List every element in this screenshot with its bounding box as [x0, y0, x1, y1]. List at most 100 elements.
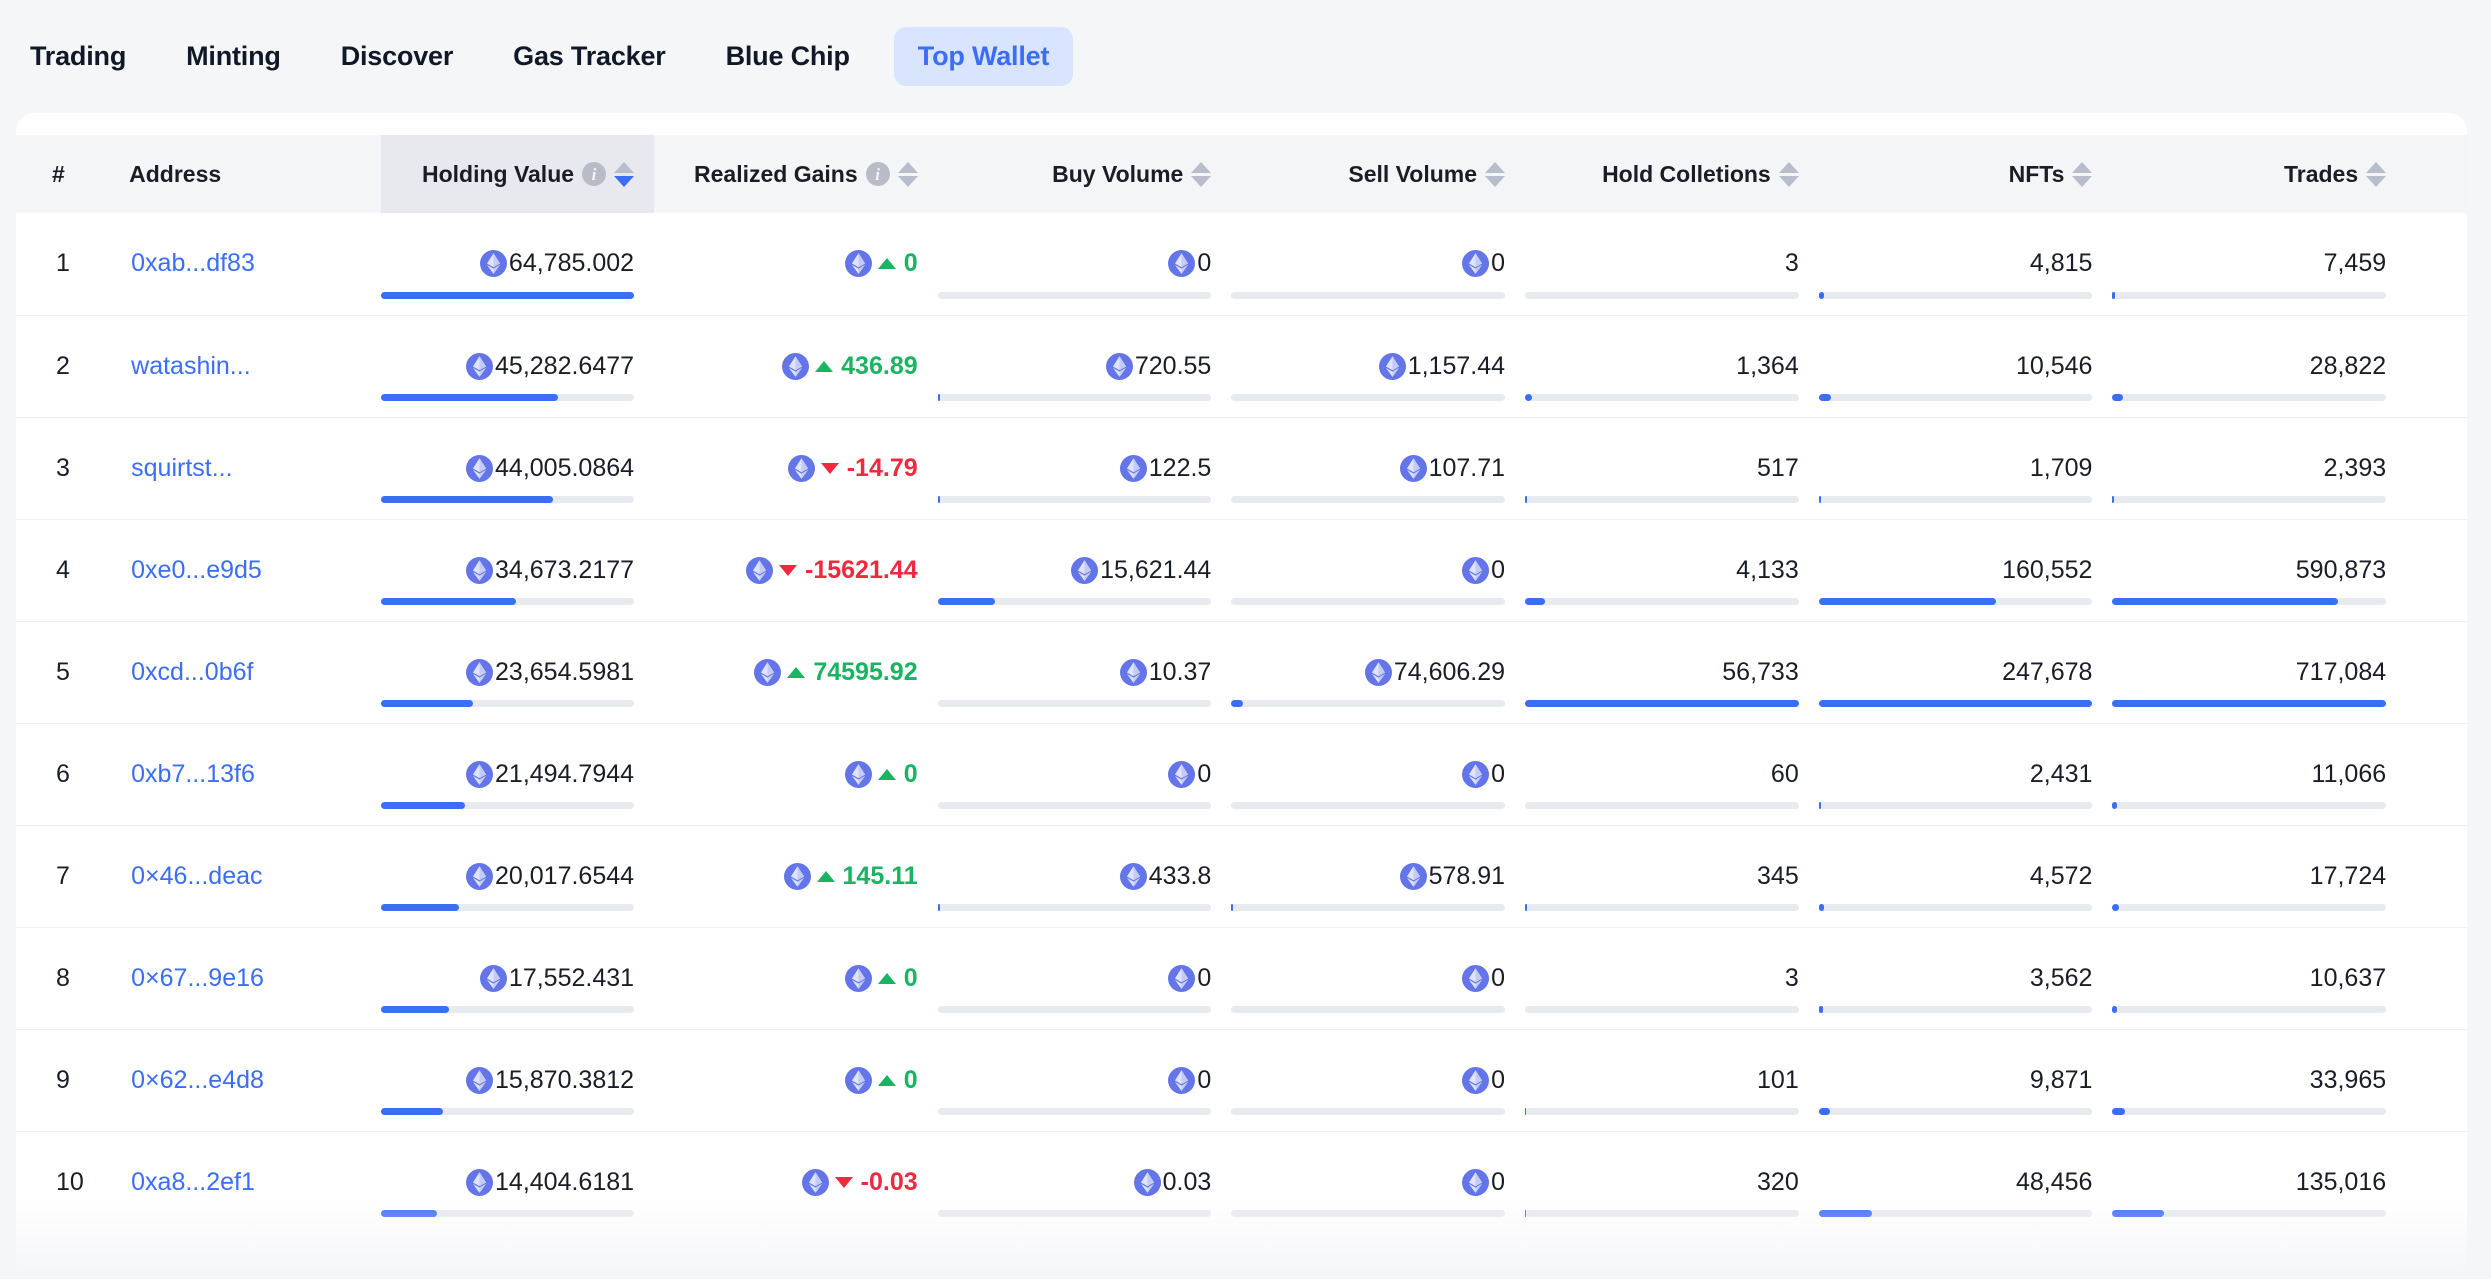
table-row[interactable]: 8 0×67...9e16 17,552.431 0 0 0 3 3,562 10,637 [16, 926, 2467, 1029]
nav-tab-trading[interactable]: Trading [18, 27, 156, 86]
sort-arrows-icon[interactable] [1191, 161, 1212, 187]
cell-holding-value: 20,017.6544 [380, 824, 655, 927]
sort-arrows-icon[interactable] [2366, 161, 2387, 187]
column-header-hold[interactable]: Holding Value i [380, 135, 655, 213]
cell-holding-value: 17,552.431 [380, 926, 655, 1029]
address-link[interactable]: squirtst... [131, 454, 232, 482]
hold-collections-value: 4,133 [1736, 555, 1799, 584]
realized-gains-value: 436.89 [841, 351, 918, 380]
ethereum-icon [844, 760, 872, 788]
cell-realized-gains: -15621.44 [654, 518, 938, 621]
sort-arrows-icon[interactable] [1485, 161, 1506, 187]
trades-value: 2,393 [2323, 453, 2387, 482]
sort-arrows-icon[interactable] [614, 161, 635, 187]
nav-tab-discover[interactable]: Discover [311, 27, 483, 86]
cell-spacer [2406, 1130, 2467, 1233]
table-row[interactable]: 1 0xab...df83 64,785.002 0 0 0 3 4,815 7,459 [16, 213, 2467, 315]
nfts-value: 9,871 [2029, 1065, 2093, 1094]
cell-sell-volume: 0 [1231, 1130, 1526, 1233]
address-link[interactable]: 0xab...df83 [131, 249, 255, 277]
holding-value-value: 21,494.7944 [495, 759, 635, 788]
holding-value-value: 34,673.2177 [495, 555, 635, 584]
table-scroll-region[interactable]: # Address Holding Value i Realized Gains i Buy… [16, 113, 2467, 1233]
address-link[interactable]: 0xe0...e9d5 [131, 556, 262, 584]
ethereum-icon [1462, 760, 1490, 788]
metric-bar-track [937, 1005, 1212, 1013]
column-header-trade[interactable]: Trades [2112, 135, 2407, 213]
cell-spacer [2406, 314, 2467, 417]
column-header-addr[interactable]: Address [107, 135, 381, 213]
cell-rank: 6 [16, 722, 108, 825]
info-icon[interactable]: i [582, 162, 607, 186]
metric-bar-fill [380, 495, 553, 503]
address-link[interactable]: 0xb7...13f6 [131, 760, 255, 788]
info-icon[interactable]: i [865, 162, 890, 186]
table-row[interactable]: 10 0xa8...2ef1 14,404.6181 -0.03 0.03 0 320 48,… [16, 1130, 2467, 1233]
column-header-rank[interactable]: # [16, 135, 108, 213]
column-header-sell[interactable]: Sell Volume [1231, 135, 1526, 213]
nav-tab-minting[interactable]: Minting [156, 27, 311, 86]
ethereum-icon [1168, 760, 1196, 788]
metric-bar-fill [1525, 699, 1799, 707]
address-link[interactable]: 0xa8...2ef1 [131, 1168, 255, 1196]
ethereum-icon [466, 454, 494, 482]
cell-address: watashin... [107, 314, 381, 417]
table-row[interactable]: 7 0×46...deac 20,017.6544 145.11 433.8 578.91… [16, 824, 2467, 927]
address-link[interactable]: 0xcd...0b6f [131, 658, 253, 686]
nav-tab-top-wallet[interactable]: Top Wallet [893, 27, 1074, 86]
metric-bar-track [1231, 393, 1506, 401]
metric-bar-fill [1525, 495, 1528, 503]
metric-bar-fill [380, 597, 517, 605]
address-link[interactable]: 0×67...9e16 [131, 964, 264, 992]
address-link[interactable]: watashin... [131, 352, 251, 380]
nfts-value: 1,709 [2029, 453, 2093, 482]
table-row[interactable]: 3 squirtst... 44,005.0864 -14.79 122.5 107.71… [16, 416, 2467, 519]
cell-sell-volume: 1,157.44 [1231, 314, 1526, 417]
metric-bar-fill [380, 903, 459, 911]
cell-buy-volume: 10.37 [937, 620, 1232, 723]
column-header-label: NFTs [2008, 160, 2065, 187]
cell-trades: 590,873 [2112, 518, 2407, 621]
column-header-gain[interactable]: Realized Gains i [654, 135, 938, 213]
sort-arrows-icon[interactable] [897, 161, 918, 187]
nav-tab-gas-tracker[interactable]: Gas Tracker [483, 27, 695, 86]
cell-spacer [2406, 926, 2467, 1029]
ethereum-icon [466, 556, 494, 584]
table-row[interactable]: 9 0×62...e4d8 15,870.3812 0 0 0 101 9,871 33,965 [16, 1028, 2467, 1131]
cell-sell-volume: 0 [1231, 518, 1526, 621]
metric-bar-fill [937, 597, 995, 605]
table-row[interactable]: 6 0xb7...13f6 21,494.7944 0 0 0 60 2,431 11,066 [16, 722, 2467, 825]
table-row[interactable]: 5 0xcd...0b6f 23,654.5981 74595.92 10.37 74,6… [16, 620, 2467, 723]
cell-nfts: 4,815 [1818, 213, 2113, 315]
column-header-coll[interactable]: Hold Colletions [1525, 135, 1819, 213]
table-row[interactable]: 4 0xe0...e9d5 34,673.2177 -15621.44 15,621.4… [16, 518, 2467, 621]
table-header: # Address Holding Value i Realized Gains i Buy… [16, 135, 2467, 213]
address-link[interactable]: 0×46...deac [131, 862, 262, 890]
buy-volume-value: 433.8 [1148, 861, 1212, 890]
nav-tab-blue-chip[interactable]: Blue Chip [696, 27, 880, 86]
metric-bar-track [937, 699, 1212, 707]
column-header-buy[interactable]: Buy Volume [937, 135, 1232, 213]
metric-bar-track [1525, 1005, 1799, 1013]
metric-bar-fill [1818, 1210, 1873, 1217]
sort-arrows-icon[interactable] [2072, 161, 2093, 187]
nfts-value: 4,572 [2029, 861, 2093, 890]
metric-bar-fill [1818, 393, 1831, 401]
cell-spacer [2406, 620, 2467, 723]
table-row[interactable]: 2 watashin... 45,282.6477 436.89 720.55 1,157… [16, 314, 2467, 417]
metric-bar-track [1818, 903, 2093, 911]
sell-volume-value: 0 [1491, 249, 1506, 278]
cell-realized-gains: 0 [654, 926, 938, 1029]
metric-bar-fill [380, 291, 635, 299]
sort-arrows-icon[interactable] [1778, 161, 1799, 187]
cell-sell-volume: 0 [1231, 722, 1526, 825]
metric-bar-track [2112, 699, 2387, 707]
metric-bar-fill [2112, 1210, 2164, 1217]
hold-collections-value: 3 [1784, 963, 1799, 992]
cell-hold-collections: 3 [1525, 213, 1819, 315]
column-header-nfts[interactable]: NFTs [1818, 135, 2113, 213]
holding-value-value: 23,654.5981 [495, 657, 635, 686]
address-link[interactable]: 0×62...e4d8 [131, 1066, 264, 1094]
metric-bar-fill [937, 903, 940, 911]
ethereum-icon [1462, 964, 1490, 992]
